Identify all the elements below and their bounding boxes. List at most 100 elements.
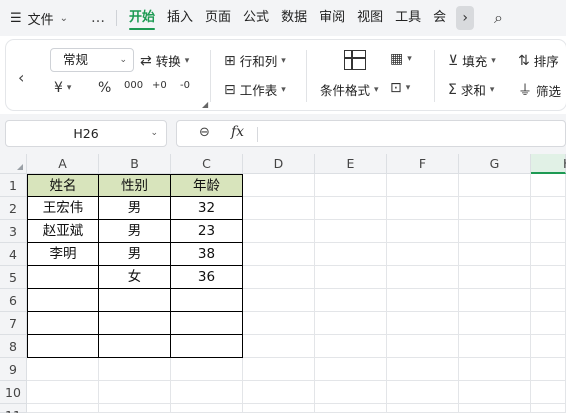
column-header-g[interactable]: G bbox=[459, 154, 531, 174]
cell-d2[interactable] bbox=[243, 197, 315, 220]
row-header-2[interactable]: 2 bbox=[0, 197, 27, 220]
cell-c9[interactable] bbox=[171, 358, 243, 381]
tab-insert[interactable]: 插入 bbox=[161, 0, 199, 36]
cell-d7[interactable] bbox=[243, 312, 315, 335]
cell-f3[interactable] bbox=[387, 220, 459, 243]
cell-b3[interactable]: 男 bbox=[99, 220, 171, 243]
tab-view[interactable]: 视图 bbox=[351, 0, 389, 36]
borders-button[interactable]: ⊡ ▾ bbox=[390, 80, 410, 96]
cell-f11[interactable] bbox=[387, 404, 459, 413]
cell-h3[interactable] bbox=[531, 220, 566, 243]
currency-button[interactable]: ¥ ▾ bbox=[54, 80, 71, 96]
ribbon-scroll-left-icon[interactable]: ‹ bbox=[18, 68, 24, 87]
column-header-a[interactable]: A bbox=[27, 154, 99, 174]
cell-g7[interactable] bbox=[459, 312, 531, 335]
row-header-9[interactable]: 9 bbox=[0, 358, 27, 381]
cell-b4[interactable]: 男 bbox=[99, 243, 171, 266]
cell-b1[interactable]: 性别 bbox=[99, 174, 171, 197]
row-header-8[interactable]: 8 bbox=[0, 335, 27, 358]
cell-a6[interactable] bbox=[27, 289, 99, 312]
cell-d11[interactable] bbox=[243, 404, 315, 413]
cell-d10[interactable] bbox=[243, 381, 315, 404]
cell-h4[interactable] bbox=[531, 243, 566, 266]
cell-b6[interactable] bbox=[99, 289, 171, 312]
cell-e5[interactable] bbox=[315, 266, 387, 289]
cell-e10[interactable] bbox=[315, 381, 387, 404]
cell-f1[interactable] bbox=[387, 174, 459, 197]
more-icon[interactable]: … bbox=[84, 10, 112, 26]
cell-g4[interactable] bbox=[459, 243, 531, 266]
cell-h5[interactable] bbox=[531, 266, 566, 289]
cell-g2[interactable] bbox=[459, 197, 531, 220]
cell-c10[interactable] bbox=[171, 381, 243, 404]
zoom-icon[interactable]: ⊖ bbox=[199, 125, 210, 140]
row-header-6[interactable]: 6 bbox=[0, 289, 27, 312]
thousands-separator-button[interactable]: 000 bbox=[124, 80, 143, 91]
tab-tools[interactable]: 工具 bbox=[389, 0, 427, 36]
tab-review[interactable]: 审阅 bbox=[313, 0, 351, 36]
tab-page[interactable]: 页面 bbox=[199, 0, 237, 36]
tabs-scroll-right-icon[interactable]: › bbox=[456, 6, 475, 30]
cell-a3[interactable]: 赵亚斌 bbox=[27, 220, 99, 243]
rows-cols-button[interactable]: ⊞ 行和列 ▾ bbox=[224, 51, 286, 70]
column-header-b[interactable]: B bbox=[99, 154, 171, 174]
cell-a5[interactable] bbox=[27, 266, 99, 289]
column-header-c[interactable]: C bbox=[171, 154, 243, 174]
cell-h8[interactable] bbox=[531, 335, 566, 358]
cell-e7[interactable] bbox=[315, 312, 387, 335]
cell-g11[interactable] bbox=[459, 404, 531, 413]
dialog-launcher-icon[interactable]: ◢ bbox=[202, 100, 208, 109]
tab-start[interactable]: 开始 bbox=[123, 0, 161, 36]
cell-e6[interactable] bbox=[315, 289, 387, 312]
cell-a10[interactable] bbox=[27, 381, 99, 404]
cell-style-button[interactable]: ▦ ▾ bbox=[390, 51, 412, 67]
cell-g1[interactable] bbox=[459, 174, 531, 197]
number-format-select[interactable]: 常规 ⌄ bbox=[50, 48, 134, 72]
cell-a8[interactable] bbox=[27, 335, 99, 358]
formula-input-area[interactable]: ⊖ fx bbox=[176, 120, 566, 147]
increase-decimal-button[interactable]: +0 bbox=[152, 80, 167, 91]
cell-g3[interactable] bbox=[459, 220, 531, 243]
cell-e11[interactable] bbox=[315, 404, 387, 413]
row-header-4[interactable]: 4 bbox=[0, 243, 27, 266]
cell-c3[interactable]: 23 bbox=[171, 220, 243, 243]
cell-h7[interactable] bbox=[531, 312, 566, 335]
cell-c2[interactable]: 32 bbox=[171, 197, 243, 220]
cell-h11[interactable] bbox=[531, 404, 566, 413]
cell-b10[interactable] bbox=[99, 381, 171, 404]
cell-a2[interactable]: 王宏伟 bbox=[27, 197, 99, 220]
cell-c6[interactable] bbox=[171, 289, 243, 312]
sum-button[interactable]: Σ 求和 ▾ bbox=[448, 80, 494, 99]
select-all-corner[interactable] bbox=[0, 154, 27, 174]
conditional-format-button[interactable]: 条件格式 ▾ bbox=[320, 80, 379, 99]
cell-c8[interactable] bbox=[171, 335, 243, 358]
cell-b2[interactable]: 男 bbox=[99, 197, 171, 220]
cell-h1[interactable] bbox=[531, 174, 566, 197]
decrease-decimal-button[interactable]: -0 bbox=[180, 80, 190, 91]
tab-member[interactable]: 会 bbox=[427, 0, 452, 36]
cell-d1[interactable] bbox=[243, 174, 315, 197]
cell-b8[interactable] bbox=[99, 335, 171, 358]
cell-d3[interactable] bbox=[243, 220, 315, 243]
cell-a1[interactable]: 姓名 bbox=[27, 174, 99, 197]
row-header-10[interactable]: 10 bbox=[0, 381, 27, 404]
file-menu[interactable]: ☰ 文件 ⌄ bbox=[0, 9, 74, 28]
cell-f7[interactable] bbox=[387, 312, 459, 335]
cell-c1[interactable]: 年龄 bbox=[171, 174, 243, 197]
worksheet-button[interactable]: ⊟ 工作表 ▾ bbox=[224, 80, 286, 99]
cell-f6[interactable] bbox=[387, 289, 459, 312]
cell-f8[interactable] bbox=[387, 335, 459, 358]
column-header-f[interactable]: F bbox=[387, 154, 459, 174]
fx-icon[interactable]: fx bbox=[231, 124, 244, 140]
cell-h2[interactable] bbox=[531, 197, 566, 220]
row-header-3[interactable]: 3 bbox=[0, 220, 27, 243]
cell-g5[interactable] bbox=[459, 266, 531, 289]
cell-d4[interactable] bbox=[243, 243, 315, 266]
tab-data[interactable]: 数据 bbox=[275, 0, 313, 36]
convert-button[interactable]: ⇄ 转换 ▾ bbox=[140, 51, 189, 70]
cell-e3[interactable] bbox=[315, 220, 387, 243]
cell-a11[interactable] bbox=[27, 404, 99, 413]
cell-a4[interactable]: 李明 bbox=[27, 243, 99, 266]
cell-f9[interactable] bbox=[387, 358, 459, 381]
cell-d5[interactable] bbox=[243, 266, 315, 289]
